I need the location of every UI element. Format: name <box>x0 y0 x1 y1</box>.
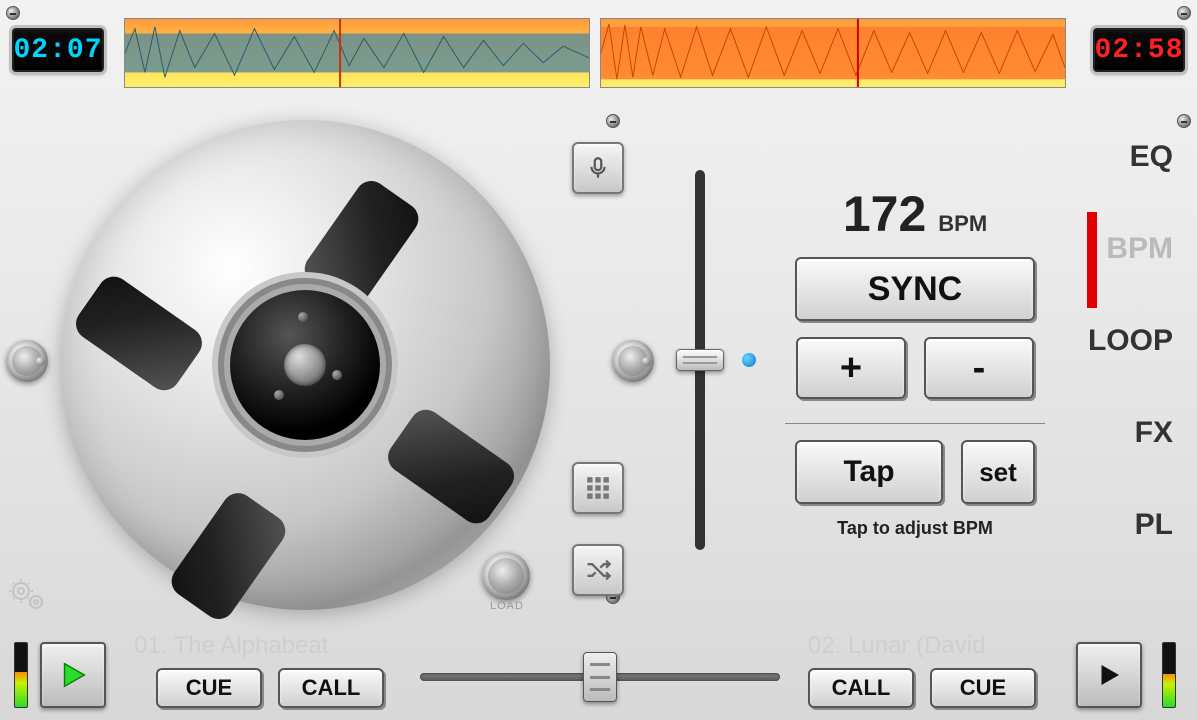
deck-b-side-knob[interactable] <box>612 340 654 382</box>
deck-a-track-title: 01. The Alphabeat <box>134 632 328 660</box>
jog-wheel[interactable] <box>60 120 550 610</box>
tab-eq[interactable]: EQ <box>1088 140 1173 174</box>
side-tabs: EQ BPM LOOP FX PL <box>1088 140 1173 542</box>
tab-loop[interactable]: LOOP <box>1088 324 1173 358</box>
deck-a-vu-meter <box>14 642 28 708</box>
bpm-plus-button[interactable]: + <box>796 337 906 399</box>
settings-icon[interactable] <box>8 578 46 620</box>
deck-b-cue-button[interactable]: CUE <box>930 668 1036 708</box>
deck-a-time-display: 02:07 <box>12 28 104 72</box>
deck-a-play-button[interactable] <box>40 642 106 708</box>
tab-pl[interactable]: PL <box>1088 508 1173 542</box>
deck-b-track-title: 02. Lunar (David <box>808 632 985 660</box>
bpm-unit: BPM <box>938 211 987 237</box>
set-button[interactable]: set <box>961 440 1035 504</box>
pitch-center-dot <box>742 353 756 367</box>
deck-a-call-button[interactable]: CALL <box>278 668 384 708</box>
screw-tr <box>1177 6 1191 20</box>
load-knob[interactable] <box>482 552 530 600</box>
deck-b-play-button[interactable] <box>1076 642 1142 708</box>
screw-panel-tl <box>606 114 620 128</box>
deck-b-call-button[interactable]: CALL <box>808 668 914 708</box>
deck-a-cue-button[interactable]: CUE <box>156 668 262 708</box>
bpm-minus-button[interactable]: - <box>924 337 1034 399</box>
deck-b-time-display: 02:58 <box>1093 28 1185 72</box>
screw-panel-tr <box>1177 114 1191 128</box>
deck-b-waveform[interactable] <box>600 18 1066 88</box>
pitch-slider[interactable] <box>690 170 710 550</box>
shuffle-button[interactable] <box>572 544 624 596</box>
load-label: LOAD <box>490 600 524 612</box>
tab-fx[interactable]: FX <box>1088 416 1173 450</box>
deck-a-side-knob[interactable] <box>6 340 48 382</box>
bpm-hint: Tap to adjust BPM <box>785 518 1045 539</box>
tap-button[interactable]: Tap <box>795 440 943 504</box>
deck-a-waveform[interactable] <box>124 18 590 88</box>
transport-bar: 01. The Alphabeat CUE CALL 02. Lunar (Da… <box>0 628 1197 720</box>
screw-tl <box>6 6 20 20</box>
crossfader[interactable] <box>420 662 780 692</box>
tab-bpm[interactable]: BPM <box>1088 232 1173 266</box>
grid-button[interactable] <box>572 462 624 514</box>
mic-button[interactable] <box>572 142 624 194</box>
bpm-value: 172 <box>843 185 926 243</box>
bpm-panel: 172 BPM SYNC + - Tap set Tap to adjust B… <box>785 185 1045 539</box>
deck-b-vu-meter <box>1162 642 1176 708</box>
sync-button[interactable]: SYNC <box>795 257 1035 321</box>
